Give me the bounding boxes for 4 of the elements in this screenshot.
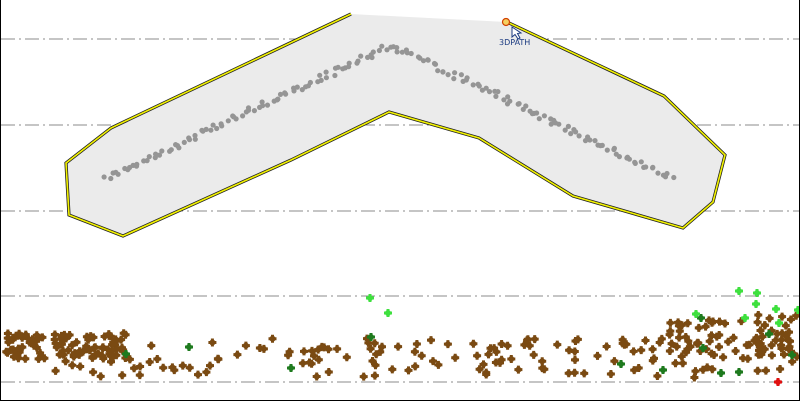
cursor-label: 3DPATH	[499, 38, 530, 47]
lasso-selection[interactable]	[64, 12, 727, 238]
handle-point[interactable]	[502, 18, 510, 26]
cursor-arrow-icon	[512, 26, 522, 40]
